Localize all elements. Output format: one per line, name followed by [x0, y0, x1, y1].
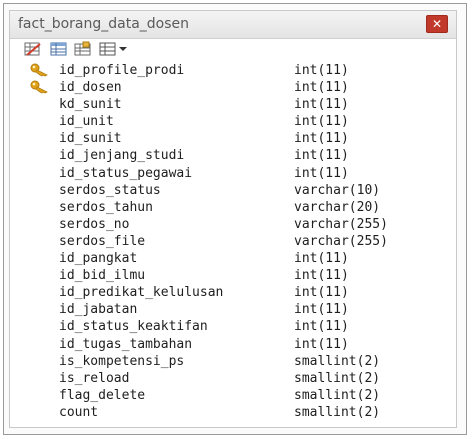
field-type: smallint(2) [294, 387, 381, 403]
field-name: id_pangkat [59, 251, 138, 267]
field-row[interactable]: id_jenjang_studi int(11) [10, 147, 456, 164]
field-row[interactable]: is_kompetensi_ps smallint(2) [10, 353, 456, 370]
field-type: varchar(10) [294, 182, 381, 198]
field-row[interactable]: serdos_no varchar(255) [10, 216, 456, 233]
field-name: id_dosen [59, 80, 122, 96]
field-type: int(11) [294, 148, 349, 164]
field-row[interactable]: flag_delete smallint(2) [10, 387, 456, 404]
field-name: id_status_keaktifan [59, 319, 208, 335]
field-name: kd_sunit [59, 97, 122, 113]
field-type: int(11) [294, 302, 349, 318]
design-table-icon[interactable] [24, 41, 42, 57]
field-name: is_reload [59, 370, 130, 386]
field-name: serdos_no [59, 216, 130, 232]
field-name: id_tugas_tambahan [59, 336, 193, 352]
field-type: int(11) [294, 285, 349, 301]
field-row[interactable]: id_unit int(11) [10, 113, 456, 130]
primary-key-icon [30, 63, 50, 77]
field-row[interactable]: id_tugas_tambahan int(11) [10, 336, 456, 353]
field-name: is_kompetensi_ps [59, 353, 185, 369]
field-row[interactable]: id_predikat_kelulusan int(11) [10, 284, 456, 301]
field-type: int(11) [294, 97, 349, 113]
field-row[interactable]: id_bid_ilmu int(11) [10, 267, 456, 284]
field-row[interactable]: serdos_tahun varchar(20) [10, 199, 456, 216]
field-type: int(11) [294, 131, 349, 147]
field-type: int(11) [294, 80, 349, 96]
field-row[interactable]: id_sunit int(11) [10, 130, 456, 147]
field-row[interactable]: is_reload smallint(2) [10, 370, 456, 387]
field-type: smallint(2) [294, 370, 381, 386]
field-name: serdos_status [59, 182, 161, 198]
field-type: int(11) [294, 165, 349, 181]
field-name: count [59, 404, 99, 420]
field-type: int(11) [294, 319, 349, 335]
toolbar [10, 39, 456, 61]
field-name: id_jenjang_studi [59, 148, 185, 164]
field-type: varchar(20) [294, 199, 381, 215]
field-type: smallint(2) [294, 353, 381, 369]
field-name: id_bid_ilmu [59, 268, 146, 284]
field-row[interactable]: id_profile_prodi int(11) [10, 62, 456, 79]
field-row[interactable]: kd_sunit int(11) [10, 96, 456, 113]
field-list: id_profile_prodi int(11) id_dosen int(11… [10, 62, 456, 421]
field-type: int(11) [294, 336, 349, 352]
field-type: int(11) [294, 114, 349, 130]
close-button[interactable]: ✕ [426, 15, 448, 33]
primary-key-icon [30, 80, 50, 94]
field-name: id_profile_prodi [59, 63, 185, 78]
table-view-dropdown-icon[interactable] [99, 41, 131, 57]
field-name: id_sunit [59, 131, 122, 147]
table-title: fact_borang_data_dosen [18, 16, 190, 32]
field-type: int(11) [294, 268, 349, 284]
field-row[interactable]: count smallint(2) [10, 404, 456, 421]
field-type: int(11) [294, 63, 349, 78]
field-row[interactable]: id_status_pegawai int(11) [10, 165, 456, 182]
field-row[interactable]: id_status_keaktifan int(11) [10, 318, 456, 335]
field-name: id_status_pegawai [59, 165, 193, 181]
field-name: id_predikat_kelulusan [59, 285, 224, 301]
field-name: id_jabatan [59, 302, 138, 318]
field-type: varchar(255) [294, 233, 388, 249]
field-row[interactable]: id_jabatan int(11) [10, 301, 456, 318]
field-name: serdos_file [59, 233, 146, 249]
screenshot-frame: fact_borang_data_dosen ✕ id_profile_prod… [3, 3, 467, 435]
field-row[interactable]: id_dosen int(11) [10, 79, 456, 96]
table-data-icon[interactable] [74, 41, 92, 57]
field-type: varchar(255) [294, 216, 388, 232]
field-type: int(11) [294, 251, 349, 267]
field-name: id_unit [59, 114, 114, 130]
field-row[interactable]: id_pangkat int(11) [10, 250, 456, 267]
field-row[interactable]: serdos_status varchar(10) [10, 182, 456, 199]
table-panel: fact_borang_data_dosen ✕ id_profile_prod… [9, 10, 457, 428]
field-row[interactable]: serdos_file varchar(255) [10, 233, 456, 250]
field-name: flag_delete [59, 387, 146, 403]
table-properties-icon[interactable] [50, 41, 68, 57]
title-bar[interactable]: fact_borang_data_dosen ✕ [10, 11, 456, 39]
field-name: serdos_tahun [59, 199, 153, 215]
field-type: smallint(2) [294, 404, 381, 420]
